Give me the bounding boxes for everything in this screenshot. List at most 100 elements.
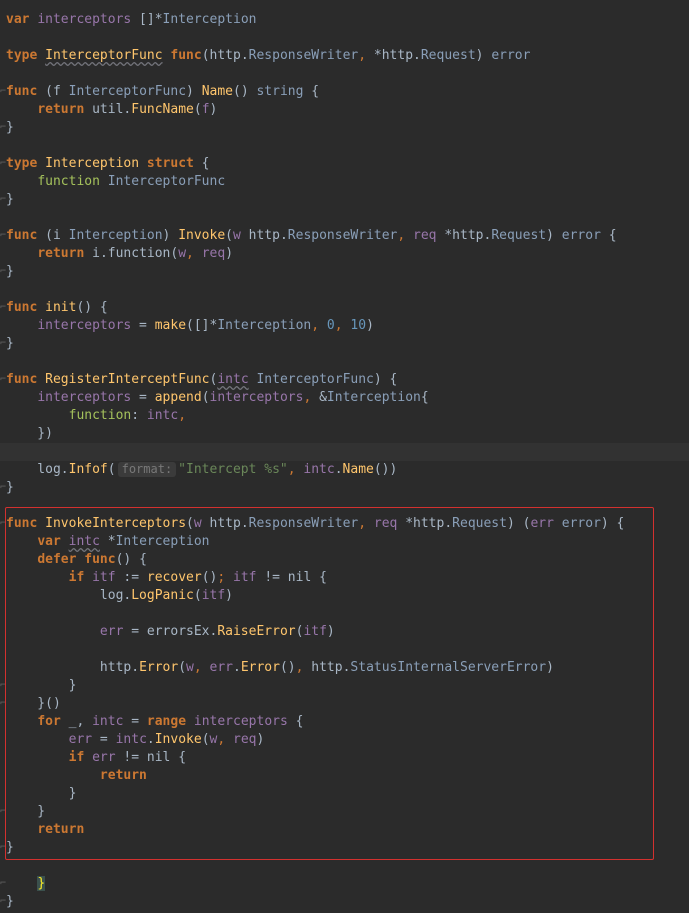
code-line[interactable]: http.Error(w, err.Error(), http.StatusIn… [0,659,689,677]
code-line[interactable]: func init() {⌐ [0,299,689,317]
code-text: type InterceptorFunc func(http.ResponseW… [6,47,530,65]
code-token: Request [452,516,507,531]
code-line[interactable]: } ⌐ [0,479,689,497]
code-token: intc [68,534,100,549]
code-line[interactable]: return i.function(w, req) [0,245,689,263]
code-line[interactable]: err = errorsEx.RaiseError(itf) [0,623,689,641]
code-line[interactable]: if itf := recover(); itf != nil { [0,569,689,587]
code-token: Interception [68,228,163,243]
code-line[interactable]: } ⌐ [0,839,689,857]
fold-marker-icon[interactable]: ⌐ [0,155,6,173]
code-text: func (f InterceptorFunc) Name() string { [6,83,319,101]
code-line[interactable]: }) [0,425,689,443]
code-line[interactable]: log.LogPanic(itf) [0,587,689,605]
code-line[interactable]: } ⌐ [0,263,689,281]
fold-marker-icon[interactable]: ⌐ [0,263,6,281]
fold-marker-icon[interactable]: ⌐ [0,677,6,695]
code-text: } [6,875,46,893]
fold-marker-icon[interactable]: ⌐ [0,191,6,209]
code-token: Error [139,660,179,675]
code-line[interactable]: log.Infof(format: "Intercept %s", intc.Na… [0,461,689,479]
code-line[interactable]: } ⌐ [0,893,689,911]
fold-marker-icon[interactable]: ⌐ [0,875,6,893]
code-token: i [92,246,100,261]
code-token: intc [146,408,179,423]
code-token: ) [546,660,554,675]
code-token: , [217,732,226,747]
code-line[interactable]: type InterceptorFunc func(http.ResponseW… [0,47,689,65]
code-line[interactable]: }() ⌐ [0,695,689,713]
code-token: Interception [115,534,210,549]
fold-marker-icon[interactable]: ⌐ [0,371,6,389]
code-line[interactable]: } ⌐ [0,875,689,893]
code-text: err = intc.Invoke(w, req) [6,731,265,749]
fold-marker-icon[interactable]: ⌐ [0,83,6,101]
code-line[interactable]: interceptors = append(interceptors, &Int… [0,389,689,407]
code-line[interactable]: interceptors = make([]*Interception, 0, … [0,317,689,335]
code-line[interactable]: return [0,821,689,839]
code-line[interactable]: var intc *Interception [0,533,689,551]
code-line[interactable]: var interceptors []*Interception [0,11,689,29]
parameter-hint: format: [117,462,177,477]
fold-marker-icon[interactable]: ⌐ [0,479,6,497]
code-token: req [201,246,226,261]
code-line[interactable]: } [0,785,689,803]
code-line[interactable]: func RegisterInterceptFunc(intc Intercep… [0,371,689,389]
code-line[interactable]: type Interception struct {⌐ [0,155,689,173]
code-text: } [6,893,14,911]
code-token: ( [186,516,194,531]
code-line[interactable]: func (i Interception) Invoke(w http.Resp… [0,227,689,245]
code-token: RaiseError [217,624,296,639]
fold-marker-icon[interactable]: ⌐ [0,227,6,245]
fold-marker-icon[interactable]: ⌐ [0,839,6,857]
code-token: append [154,390,202,405]
code-line[interactable]: } ⌐ [0,335,689,353]
code-token: var [6,12,30,27]
code-line[interactable]: } ⌐ [0,677,689,695]
fold-marker-icon[interactable]: ⌐ [0,893,6,911]
code-line[interactable]: func InvokeInterceptors(w http.ResponseW… [0,515,689,533]
code-token: } [6,120,14,135]
code-line[interactable]: } ⌐ [0,119,689,137]
fold-marker-icon[interactable]: ⌐ [0,695,6,713]
fold-marker-icon[interactable]: ⌐ [0,803,6,821]
code-line[interactable]: func (f InterceptorFunc) Name() string {… [0,83,689,101]
code-line[interactable]: function InterceptorFunc [0,173,689,191]
fold-marker-icon[interactable]: ⌐ [0,299,6,317]
code-line[interactable]: defer func() { [0,551,689,569]
code-token: log. [6,462,69,477]
code-line[interactable]: return [0,767,689,785]
code-token: interceptors [37,12,132,27]
code-token: interceptors [209,390,304,405]
code-token: ) [186,84,202,99]
fold-marker-icon[interactable]: ⌐ [0,119,6,137]
code-token: ( [193,102,202,117]
code-token: error [561,516,601,531]
code-text: log.LogPanic(itf) [6,587,233,605]
code-token: type [6,48,38,63]
code-line[interactable]: err = intc.Invoke(w, req) [0,731,689,749]
code-line[interactable] [0,443,689,461]
fold-marker-icon[interactable]: ⌐ [0,335,6,353]
code-editor[interactable]: var interceptors []*Interception type Int… [0,0,689,913]
code-token: init [45,300,77,315]
code-token: != nil { [256,570,327,585]
code-line[interactable]: function: intc, [0,407,689,425]
code-token: return [37,246,85,261]
code-line[interactable]: } ⌐ [0,191,689,209]
code-line[interactable]: return util.FuncName(f) [0,101,689,119]
code-line[interactable]: } ⌐ [0,803,689,821]
code-token: ) [546,228,562,243]
code-token: make [154,318,187,333]
fold-marker-icon[interactable]: ⌐ [0,515,6,533]
code-text: return [6,767,147,785]
code-line[interactable]: for _, intc = range interceptors { [0,713,689,731]
code-line[interactable]: if err != nil { [0,749,689,767]
code-token: error [561,228,601,243]
